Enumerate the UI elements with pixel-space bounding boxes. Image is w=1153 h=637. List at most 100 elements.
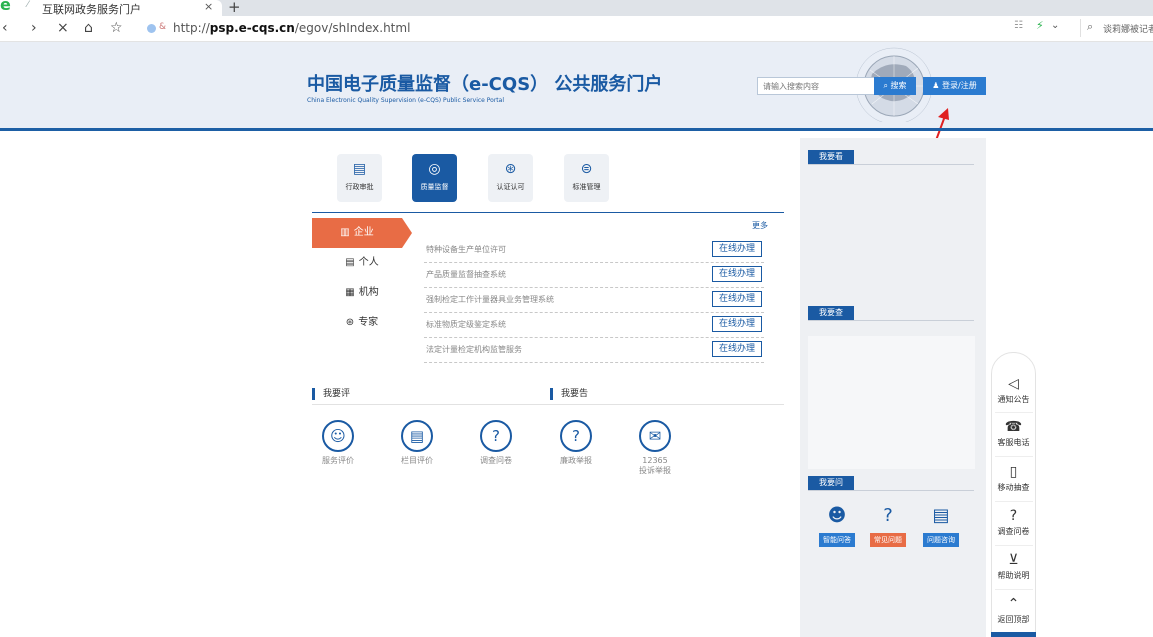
tab-certification[interactable]: ⊛ 认证认可 (488, 154, 533, 202)
service-list: 特种设备生产单位许可 在线办理 产品质量监督抽查系统 在线办理 强制检定工作计量… (424, 238, 764, 363)
tab-standard-management[interactable]: ⊜ 标准管理 (564, 154, 609, 202)
float-mobile-check[interactable]: ▯ 移动抽查 (991, 464, 1036, 493)
address-url: http://psp.e-cqs.cn/egov/shIndex.html (173, 21, 411, 35)
service-name[interactable]: 强制检定工作计量器具业务管理系统 (426, 294, 554, 305)
toolbar-divider (995, 456, 1033, 457)
toolbar-divider (995, 412, 1033, 413)
chat-icon: ▤ (932, 505, 950, 526)
mobile-icon: ▯ (1009, 464, 1018, 480)
tab-administrative-approval[interactable]: ▤ 行政审批 (337, 154, 382, 202)
list-item: 特种设备生产单位许可 在线办理 (424, 238, 764, 263)
apps-grid-icon[interactable]: ☷ (1014, 20, 1023, 31)
institution-icon: ▦ (345, 287, 355, 298)
tab-quality-supervision[interactable]: ◎ 质量监督 (412, 154, 457, 202)
side-item-enterprise[interactable]: ▥ 企业 (312, 218, 412, 248)
panel-heading-see: 我要看 (808, 150, 854, 164)
panel-divider (808, 164, 974, 165)
section-divider (312, 404, 784, 405)
forward-icon[interactable]: › (31, 20, 37, 36)
side-item-expert[interactable]: ⊛ 专家 (312, 308, 412, 338)
more-link[interactable]: 更多 (752, 220, 768, 231)
list-item: 标准物质定级鉴定系统 在线办理 (424, 313, 764, 338)
list-item: 强制检定工作计量器具业务管理系统 在线办理 (424, 288, 764, 313)
login-register-button[interactable]: ♟ 登录/注册 (923, 77, 986, 95)
security-shield-icon (147, 24, 156, 33)
column-evaluation-icon: ▤ (401, 420, 433, 452)
bookmark-star-icon[interactable]: ☆ (110, 20, 123, 36)
online-handle-button[interactable]: 在线办理 (712, 266, 762, 282)
browser-search-box[interactable]: ⌕ 谈莉娜被记者 (1080, 19, 1153, 37)
certificate-icon: ⊛ (504, 161, 517, 177)
ask-faq[interactable]: ? 常见问题 (866, 505, 910, 547)
online-handle-button[interactable]: 在线办理 (712, 291, 762, 307)
list-item: 法定计量检定机构监管服务 在线办理 (424, 338, 764, 363)
standard-icon: ⊜ (580, 161, 593, 177)
quality-icon: ◎ (428, 161, 441, 177)
ask-smart-qa[interactable]: ☻ 智能问答 (815, 505, 859, 547)
faq-icon: ? (883, 505, 893, 526)
search-icon: ⌕ (883, 81, 891, 90)
page-subtitle: China Electronic Quality Supervision (e-… (307, 97, 504, 104)
toolbar-divider (995, 545, 1033, 546)
float-notice[interactable]: ◁ 通知公告 (991, 376, 1036, 405)
section-evaluate-heading: 我要评 (312, 388, 350, 400)
check-panel-box (808, 336, 975, 469)
header-divider (0, 128, 1153, 131)
feedback-column-evaluation[interactable]: ▤ 栏目评价 (385, 420, 449, 466)
float-survey[interactable]: ? 调查问卷 (991, 508, 1036, 537)
online-handle-button[interactable]: 在线办理 (712, 241, 762, 257)
panel-heading-check: 我要查 (808, 306, 854, 320)
page-title: 中国电子质量监督（e-CQS） 公共服务门户 (307, 74, 663, 95)
new-tab-icon[interactable]: + (228, 0, 241, 16)
building-icon: ▥ (340, 227, 350, 238)
survey-icon: ? (480, 420, 512, 452)
chevron-down-icon[interactable]: ⌄ (1051, 20, 1059, 31)
online-handle-button[interactable]: 在线办理 (712, 316, 762, 332)
expert-icon: ⊛ (345, 317, 355, 328)
home-icon[interactable]: ⌂ (84, 20, 93, 36)
toolbar-bottom-bar (991, 632, 1036, 637)
address-bar[interactable]: & http://psp.e-cqs.cn/egov/shIndex.html (143, 20, 1073, 38)
tab-divider (312, 212, 784, 213)
feedback-survey[interactable]: ? 调查问卷 (464, 420, 528, 466)
browser-tab[interactable]: e ⁄ 互联网政务服务门户 × (0, 0, 222, 16)
feedback-service-evaluation[interactable]: ☺ 服务评价 (306, 420, 370, 466)
phone-icon: ☎ (1004, 419, 1023, 435)
speaker-icon: ◁ (1008, 376, 1019, 392)
service-name[interactable]: 标准物质定级鉴定系统 (426, 319, 506, 330)
side-item-individual[interactable]: ▤ 个人 (312, 248, 412, 278)
service-name[interactable]: 法定计量检定机构监管服务 (426, 344, 522, 355)
back-icon[interactable]: ‹ (2, 20, 8, 36)
search-icon: ⌕ (1087, 20, 1094, 33)
online-handle-button[interactable]: 在线办理 (712, 341, 762, 357)
mail-icon: ✉ (639, 420, 671, 452)
stop-icon[interactable]: × (57, 20, 69, 36)
float-customer-service[interactable]: ☎ 客服电话 (991, 419, 1036, 448)
toolbar-divider (995, 589, 1033, 590)
tab-favicon-icon: ⁄ (27, 0, 29, 10)
service-name[interactable]: 特种设备生产单位许可 (426, 244, 506, 255)
browser-nav-bar: ‹ › × ⌂ ☆ & http://psp.e-cqs.cn/egov/shI… (0, 16, 1153, 42)
ask-consultation[interactable]: ▤ 问题咨询 (918, 505, 964, 547)
browser-search-text: 谈莉娜被记者 (1103, 25, 1153, 35)
service-evaluation-icon: ☺ (322, 420, 354, 452)
browser-logo-icon: e (0, 0, 11, 14)
side-item-institution[interactable]: ▦ 机构 (312, 278, 412, 308)
survey-icon: ? (1009, 508, 1018, 524)
float-help[interactable]: ⊻ 帮助说明 (991, 552, 1036, 581)
feedback-integrity-report[interactable]: ? 廉政举报 (544, 420, 608, 466)
toolbar-divider (995, 501, 1033, 502)
tab-title: 互联网政务服务门户 (42, 3, 141, 16)
download-icon: ⊻ (1008, 552, 1019, 568)
user-icon: ♟ (932, 81, 942, 90)
feedback-complaint-12365[interactable]: ✉ 12365 投诉举报 (623, 420, 687, 476)
float-back-to-top[interactable]: ⌃ 返回顶部 (991, 596, 1036, 625)
panel-heading-ask: 我要问 (808, 476, 854, 490)
back-to-top-icon: ⌃ (1007, 596, 1020, 612)
search-button[interactable]: ⌕ 搜索 (874, 77, 916, 95)
document-icon: ▤ (352, 161, 367, 177)
tab-close-icon[interactable]: × (204, 0, 213, 13)
lightning-icon[interactable]: ⚡ (1036, 19, 1044, 32)
search-input[interactable] (757, 77, 875, 95)
service-name[interactable]: 产品质量监督抽查系统 (426, 269, 506, 280)
